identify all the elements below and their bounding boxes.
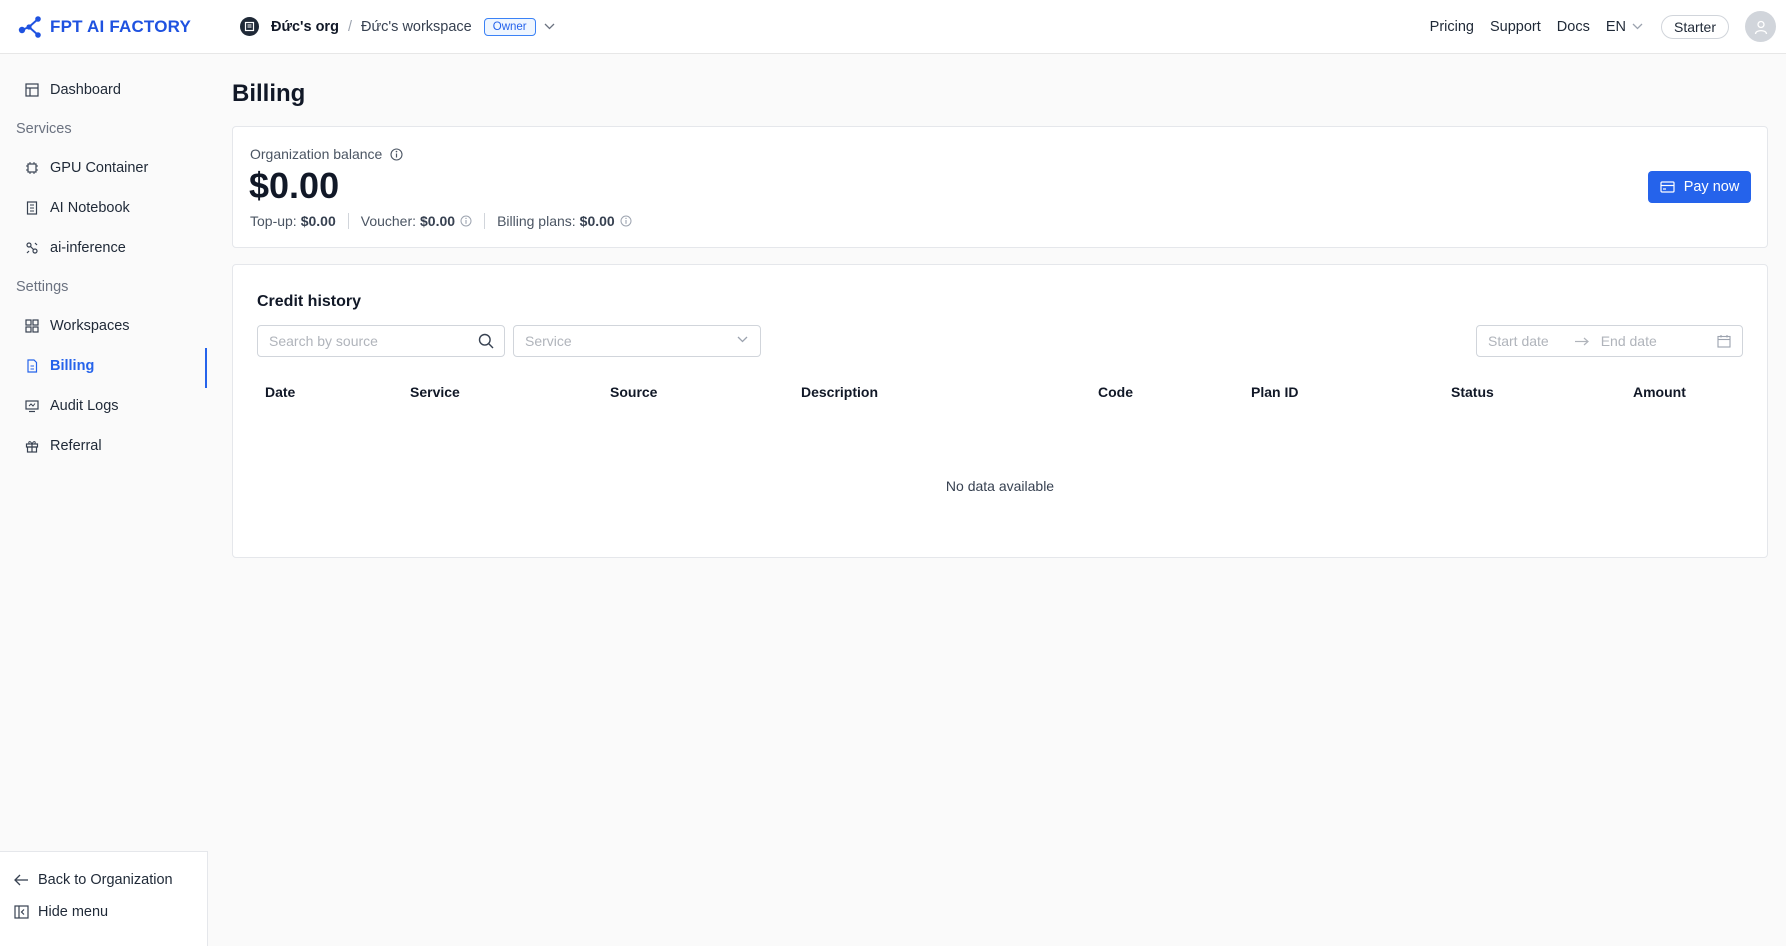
arrow-left-icon	[14, 874, 28, 886]
dashboard-icon	[25, 82, 41, 98]
search-icon[interactable]	[478, 333, 494, 349]
language-label: EN	[1605, 18, 1626, 35]
plan-button[interactable]: Starter	[1660, 14, 1729, 39]
pay-now-button[interactable]: Pay now	[1648, 171, 1751, 203]
end-date-placeholder: End date	[1600, 333, 1657, 349]
search-input[interactable]	[258, 326, 458, 356]
column-header-description[interactable]: Description	[801, 384, 878, 400]
billing-icon	[25, 358, 41, 374]
back-to-organization-link[interactable]: Back to Organization	[14, 872, 173, 888]
fpt-logo-icon	[18, 15, 41, 38]
chevron-down-icon	[737, 336, 748, 343]
sidebar-item-audit-logs[interactable]: Audit Logs	[0, 388, 207, 424]
balance-label-text: Organization balance	[250, 146, 383, 162]
balance-breakdown: Top-up: $0.00 Voucher: $0.00 Billing pla…	[250, 213, 632, 229]
hide-menu-label: Hide menu	[38, 904, 109, 920]
calendar-icon	[1717, 335, 1731, 348]
billing-plans-label: Billing plans:	[497, 213, 576, 229]
sidebar: Dashboard Services GPU Container AI Note…	[0, 54, 208, 946]
topup-value: $0.00	[300, 213, 336, 229]
breadcrumb: Đức's org / Đức's workspace Owner	[240, 17, 555, 36]
page-title: Billing	[232, 80, 306, 107]
balance-label: Organization balance	[250, 146, 403, 162]
column-header-code[interactable]: Code	[1098, 384, 1133, 400]
topup-label: Top-up:	[250, 213, 297, 229]
back-label: Back to Organization	[38, 872, 173, 888]
column-header-amount[interactable]: Amount	[1633, 384, 1686, 400]
sidebar-item-ai-notebook[interactable]: AI Notebook	[0, 190, 207, 226]
billing-plans-value: $0.00	[579, 213, 615, 229]
org-icon	[240, 17, 259, 36]
credit-history-title: Credit history	[257, 293, 362, 310]
date-range-picker[interactable]: Start date End date	[1476, 325, 1743, 357]
pay-now-label: Pay now	[1683, 179, 1740, 195]
sidebar-item-label: GPU Container	[50, 160, 149, 176]
user-avatar[interactable]	[1745, 11, 1776, 42]
org-name-link[interactable]: Đức's org	[271, 19, 339, 35]
sidebar-item-label: AI Notebook	[50, 200, 130, 216]
top-nav: Pricing Support Docs EN Starter	[1430, 11, 1786, 42]
column-header-date[interactable]: Date	[265, 384, 295, 400]
sidebar-item-gpu-container[interactable]: GPU Container	[0, 150, 207, 186]
top-bar: FPT AI FACTORY Đức's org / Đức's workspa…	[0, 0, 1786, 54]
balance-amount: $0.00	[249, 165, 340, 206]
sidebar-item-dashboard[interactable]: Dashboard	[0, 72, 207, 108]
workspace-name-link[interactable]: Đức's workspace	[361, 19, 472, 35]
brand-name: FPT AI FACTORY	[50, 16, 192, 36]
collapse-sidebar-icon	[14, 905, 29, 919]
sidebar-item-referral[interactable]: Referral	[0, 428, 207, 464]
voucher-label: Voucher:	[360, 213, 417, 229]
search-field	[257, 325, 505, 357]
monitor-icon	[25, 398, 41, 414]
services-heading: Services	[16, 121, 72, 137]
language-selector[interactable]: EN	[1606, 19, 1643, 35]
settings-heading: Settings	[16, 279, 69, 295]
hide-menu-button[interactable]: Hide menu	[14, 904, 108, 920]
column-header-plan-id[interactable]: Plan ID	[1251, 384, 1298, 400]
nav-docs-link[interactable]: Docs	[1557, 19, 1590, 35]
column-header-status[interactable]: Status	[1451, 384, 1494, 400]
workspace-switcher-chevron-down-icon[interactable]	[544, 23, 555, 30]
user-icon	[1754, 20, 1767, 34]
sidebar-item-billing[interactable]: Billing	[0, 348, 207, 388]
balance-card: Organization balance $0.00 Top-up: $0.00…	[232, 126, 1768, 248]
column-header-service[interactable]: Service	[410, 384, 460, 400]
service-placeholder: Service	[525, 333, 572, 349]
voucher-info-icon[interactable]	[460, 215, 472, 227]
voucher-value: $0.00	[420, 213, 456, 229]
divider	[347, 213, 349, 229]
chevron-down-icon	[1632, 23, 1643, 30]
info-icon[interactable]	[390, 147, 403, 161]
credit-history-card: Credit history Service Start date End da…	[232, 264, 1768, 558]
sidebar-item-label: Billing	[50, 358, 95, 374]
sidebar-item-label: Dashboard	[50, 82, 121, 98]
workspaces-icon	[25, 318, 41, 334]
billing-plans-info-icon[interactable]	[620, 215, 632, 227]
credit-card-icon	[1660, 181, 1675, 193]
divider	[484, 213, 486, 229]
brand-logo[interactable]: FPT AI FACTORY	[16, 15, 216, 39]
service-select[interactable]: Service	[513, 325, 761, 357]
gift-icon	[25, 438, 41, 454]
column-header-source[interactable]: Source	[610, 384, 657, 400]
sidebar-item-label: Audit Logs	[50, 398, 119, 414]
start-date-placeholder: Start date	[1488, 333, 1549, 349]
sidebar-item-label: ai-inference	[50, 240, 126, 256]
nav-support-link[interactable]: Support	[1490, 19, 1541, 35]
inference-icon	[25, 240, 41, 256]
breadcrumb-separator: /	[347, 18, 352, 35]
sidebar-item-ai-inference[interactable]: ai-inference	[0, 230, 207, 266]
sidebar-item-label: Referral	[50, 438, 102, 454]
chip-icon	[25, 160, 41, 176]
arrow-right-icon	[1574, 337, 1589, 346]
sidebar-item-label: Workspaces	[50, 318, 130, 334]
empty-state-text: No data available	[945, 478, 1055, 494]
sidebar-footer: Back to Organization Hide menu	[0, 851, 208, 946]
notebook-icon	[25, 200, 41, 216]
sidebar-item-workspaces[interactable]: Workspaces	[0, 308, 207, 344]
role-badge: Owner	[483, 17, 536, 36]
nav-pricing-link[interactable]: Pricing	[1430, 19, 1474, 35]
